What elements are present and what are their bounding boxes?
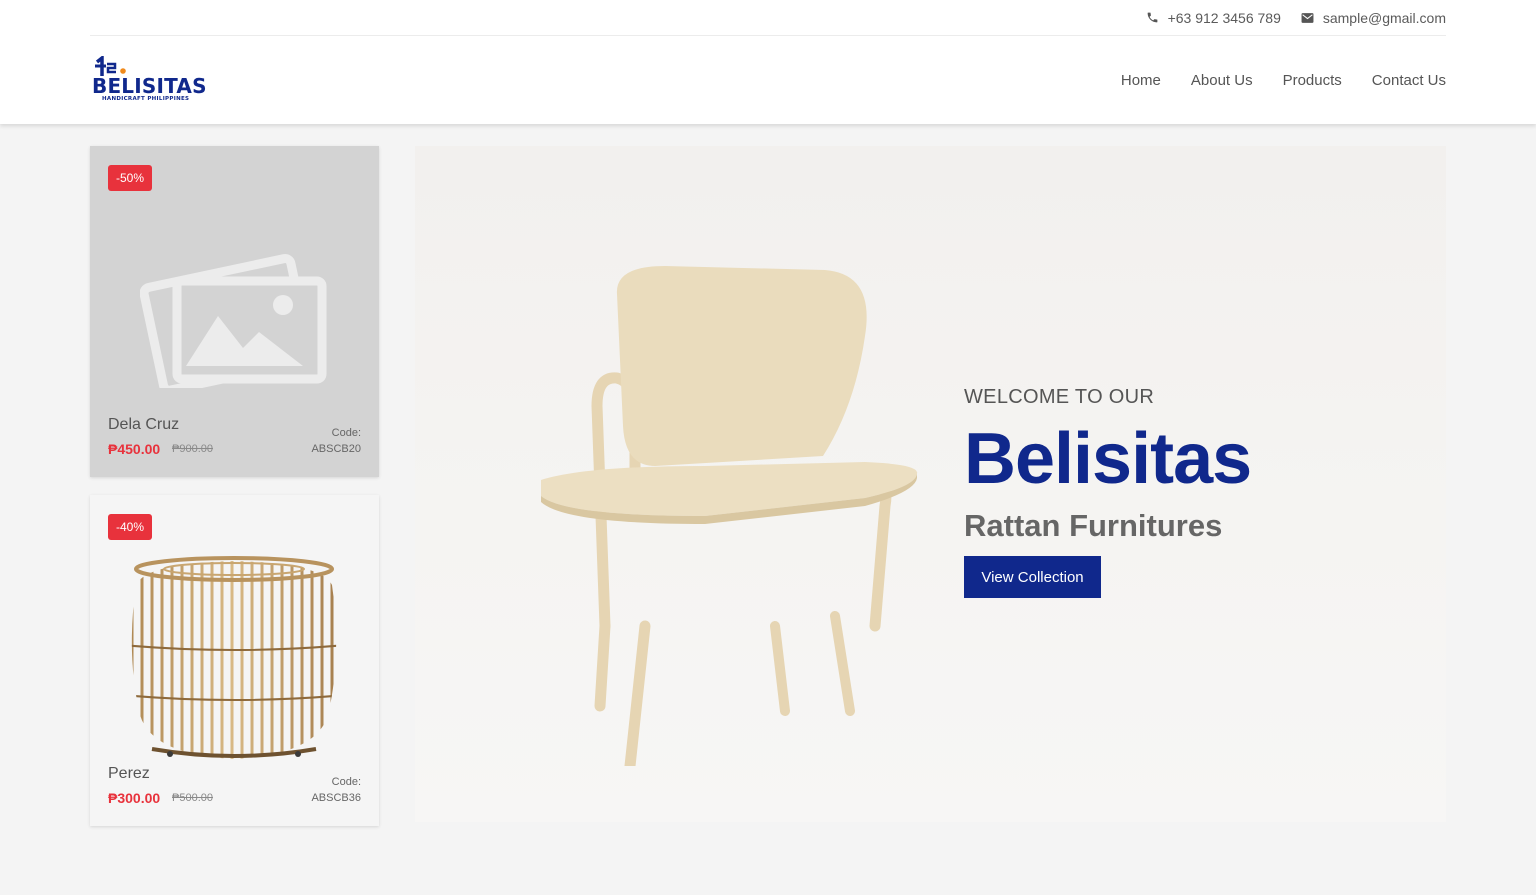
nav-contact-us[interactable]: Contact Us [1372,72,1446,89]
product-code: ABSCB20 [311,443,361,455]
image-placeholder-icon [140,254,327,388]
phone-contact[interactable]: +63 912 3456 789 [1146,10,1281,26]
product-code-label: Code: [331,776,361,788]
hero-welcome-text: WELCOME TO OUR [964,386,1155,408]
phone-icon [1146,11,1159,24]
product-price: ₱300.00 [108,790,161,806]
product-old-price: ₱900.00 [172,443,213,455]
nav-about-us[interactable]: About Us [1191,72,1253,89]
product-card[interactable]: -40% Perez ₱300.00 ₱500.00 Code: ABSCB36 [90,495,379,826]
site-header: +63 912 3456 789 sample@gmail.com BELISI… [0,0,1536,124]
email-contact[interactable]: sample@gmail.com [1301,10,1446,26]
hero-banner: WELCOME TO OUR Belisitas Rattan Furnitur… [415,146,1446,822]
nav-home[interactable]: Home [1121,72,1161,89]
product-card[interactable]: -50% Dela Cruz ₱450.00 ₱900.00 Code: ABS… [90,146,379,477]
hero-title: Belisitas [964,419,1252,499]
brand-name: BELISITAS [92,74,207,98]
view-collection-button[interactable]: View Collection [964,556,1101,598]
main-nav: Home About Us Products Contact Us [1121,72,1446,89]
product-code: ABSCB36 [311,792,361,804]
email-address: sample@gmail.com [1322,9,1446,26]
wooden-chair-image [541,266,918,766]
product-price: ₱450.00 [108,441,161,457]
product-name[interactable]: Perez [108,765,150,783]
rattan-stool-image [131,556,337,759]
product-code-label: Code: [331,427,361,439]
phone-number: +63 912 3456 789 [1167,9,1281,26]
brand-logo[interactable]: BELISITAS HANDICRAFT PHILIPPINES [92,56,212,106]
brand-tagline: HANDICRAFT PHILIPPINES [102,96,190,102]
product-name[interactable]: Dela Cruz [108,416,179,434]
discount-badge: -50% [108,165,153,191]
discount-badge: -40% [108,514,153,540]
contact-topbar: +63 912 3456 789 sample@gmail.com [90,0,1446,36]
nav-products[interactable]: Products [1283,72,1342,89]
product-old-price: ₱500.00 [172,792,213,804]
envelope-icon [1301,12,1314,24]
hero-subtitle: Rattan Furnitures [964,508,1223,543]
